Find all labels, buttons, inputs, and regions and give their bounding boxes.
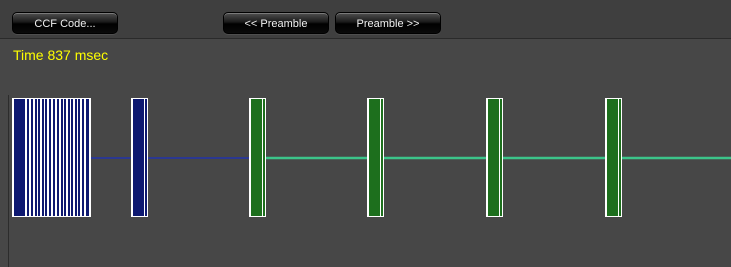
next-preamble-button[interactable]: Preamble >> (335, 12, 441, 34)
repeat-pulse (605, 98, 622, 217)
repeat-pulse (367, 98, 384, 217)
ir-waveform (12, 98, 731, 217)
repeat-pulse (486, 98, 503, 217)
ir-waveform-viewer: CCF Code... << Preamble Preamble >> Time… (0, 0, 731, 267)
preamble-pulse (131, 98, 148, 217)
repeat-pulse (249, 98, 266, 217)
preamble-burst (12, 98, 91, 217)
previous-preamble-button[interactable]: << Preamble (223, 12, 329, 34)
ccf-code-button[interactable]: CCF Code... (12, 12, 118, 34)
toolbar: CCF Code... << Preamble Preamble >> (0, 0, 731, 39)
